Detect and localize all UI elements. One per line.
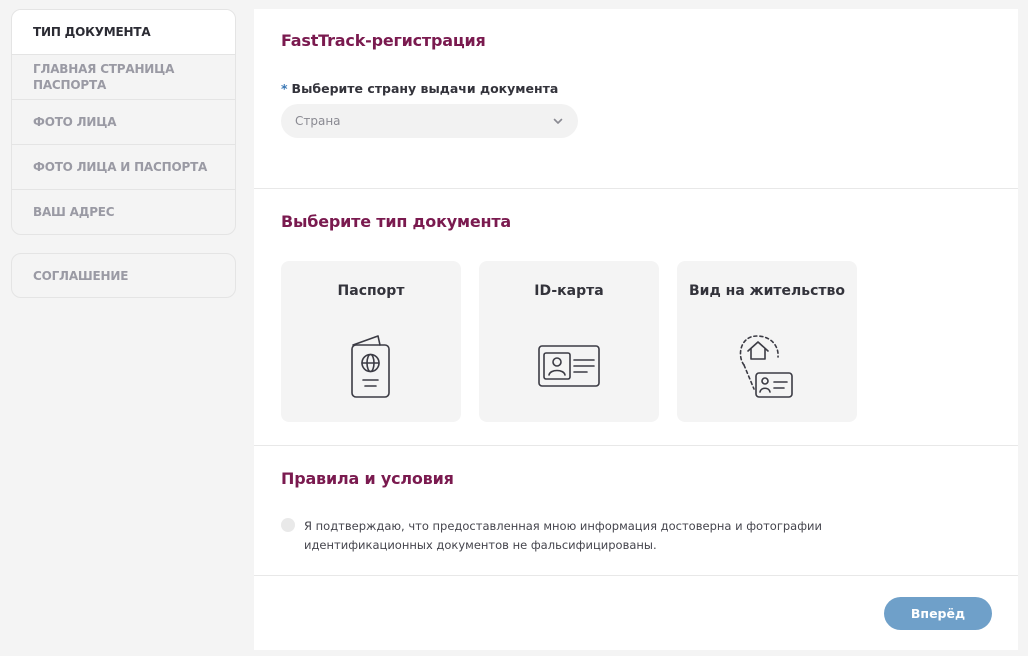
terms-section: Правила и условия Я подтверждаю, что пре… [254,446,1018,576]
residence-permit-option-label: Вид на жительство [688,283,845,299]
passport-icon [351,335,390,398]
registration-title: FastTrack-регистрация [281,31,486,50]
passport-option-label: Паспорт [337,283,405,299]
terms-confirm-text: Я подтверждаю, что предоставленная мною … [304,519,822,552]
step-face-photo[interactable]: ФОТО ЛИЦА [12,99,235,144]
main-panel: FastTrack-регистрация * Выберите страну в… [254,9,1018,650]
steps-group: ТИП ДОКУМЕНТА ГЛАВНАЯ СТРАНИЦА ПАСПОРТА … [11,9,236,235]
id-card-icon [538,345,600,387]
agreement-group: СОГЛАШЕНИЕ [11,253,236,298]
step-your-address[interactable]: ВАШ АДРЕС [12,189,235,234]
step-agreement[interactable]: СОГЛАШЕНИЕ [12,254,235,297]
step-passport-main-page[interactable]: ГЛАВНАЯ СТРАНИЦА ПАСПОРТА [12,54,235,99]
residence-permit-option[interactable]: Вид на жительство [677,261,857,422]
country-field-label: * Выберите страну выдачи документа [281,81,558,96]
terms-confirm-checkbox[interactable] [281,518,295,532]
country-label-text: Выберите страну выдачи документа [291,81,559,96]
document-type-section: Выберите тип документа Паспорт ID-карта … [254,189,1018,446]
step-face-and-passport-photo[interactable]: ФОТО ЛИЦА И ПАСПОРТА [12,144,235,189]
terms-title: Правила и условия [281,469,454,488]
country-select-value: Страна [295,114,341,128]
terms-confirm-row: Я подтверждаю, что предоставленная мною … [281,517,954,555]
chevron-down-icon [553,118,563,124]
passport-option[interactable]: Паспорт [281,261,461,422]
id-card-option-label: ID-карта [534,283,604,299]
registration-section: FastTrack-регистрация * Выберите страну в… [254,9,1018,189]
residence-permit-icon [739,335,793,398]
document-type-options: Паспорт ID-карта Вид на жительство [281,261,857,422]
next-button[interactable]: Вперёд [884,597,992,630]
country-select[interactable]: Страна [281,104,578,138]
document-type-title: Выберите тип документа [281,212,512,231]
id-card-option[interactable]: ID-карта [479,261,659,422]
required-mark: * [281,81,288,96]
step-document-type[interactable]: ТИП ДОКУМЕНТА [12,10,235,54]
step-sidebar: ТИП ДОКУМЕНТА ГЛАВНАЯ СТРАНИЦА ПАСПОРТА … [11,9,236,298]
